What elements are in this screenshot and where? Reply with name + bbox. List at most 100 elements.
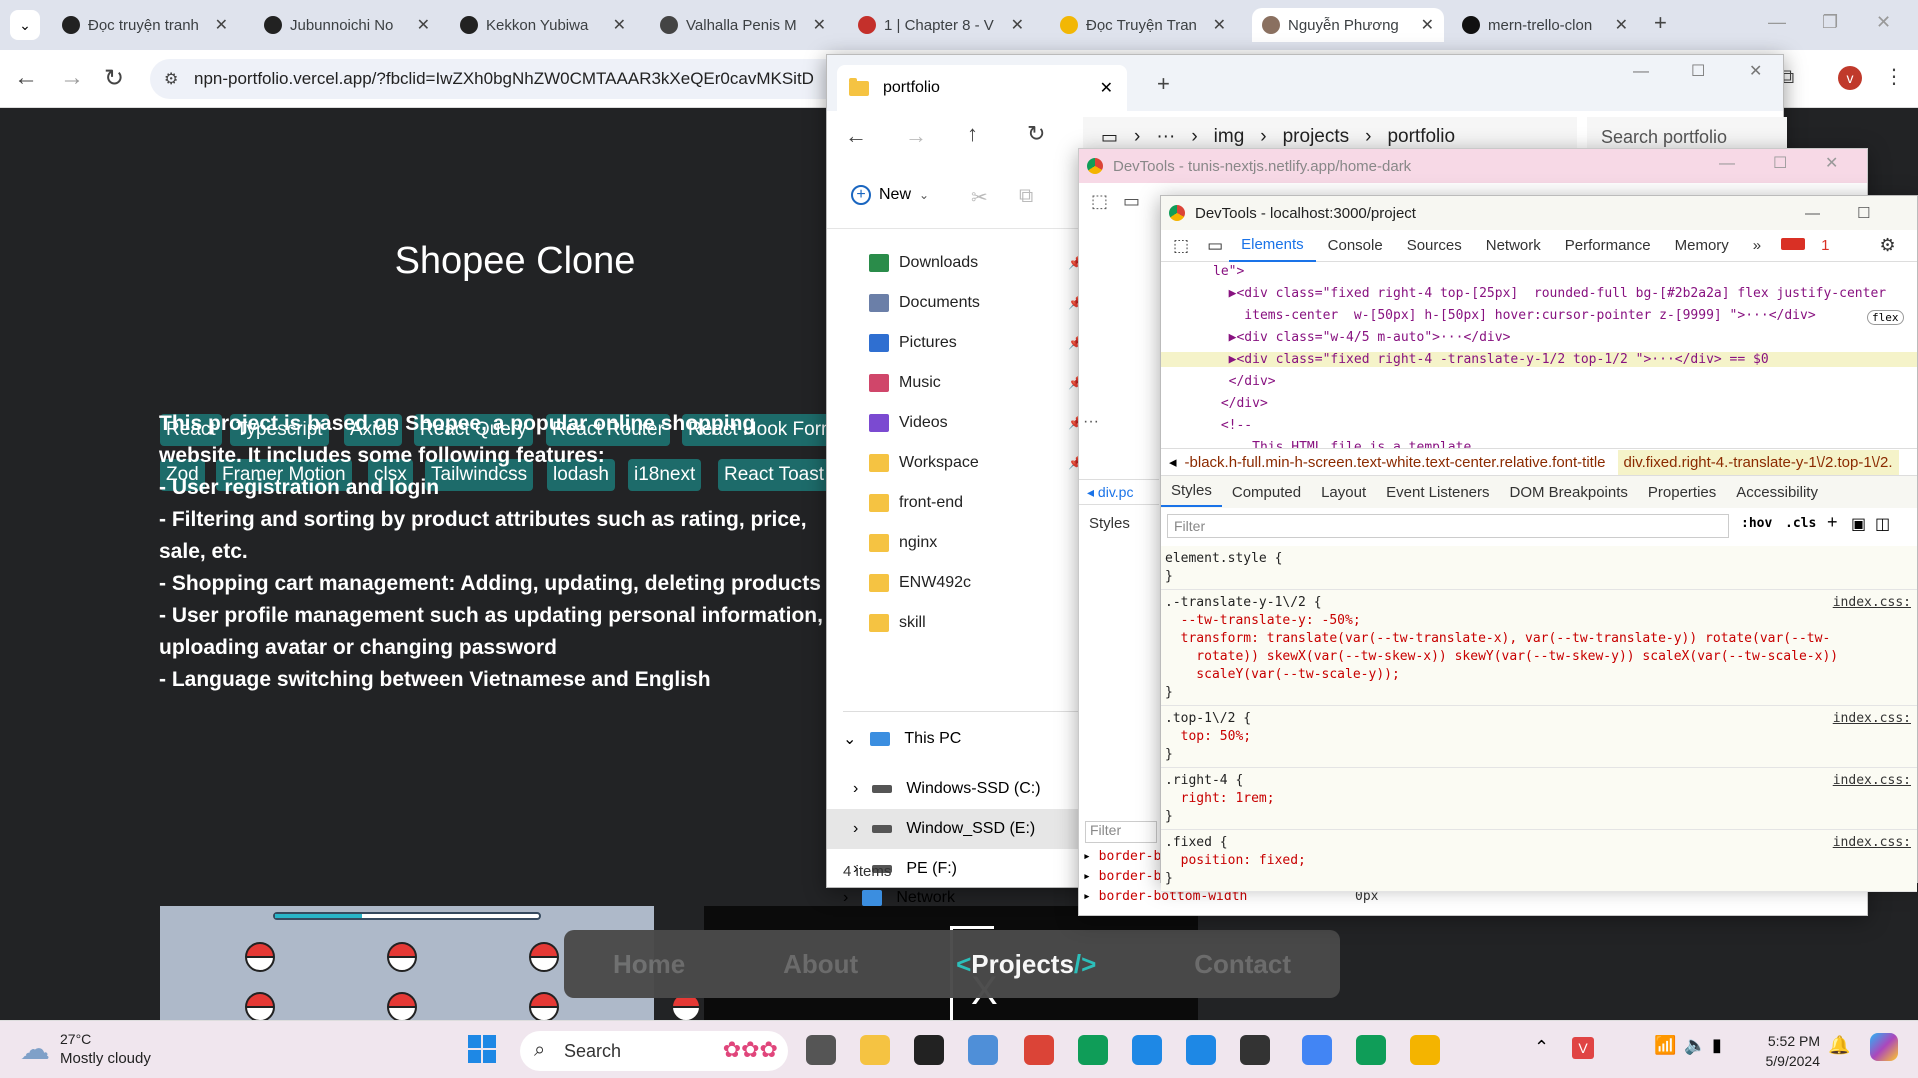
inspect-icon[interactable]: ⬚ xyxy=(1161,236,1201,256)
css-declaration[interactable]: top: 50%; xyxy=(1165,728,1913,746)
css-source-link[interactable]: index.css: xyxy=(1833,772,1911,790)
terminal-icon[interactable] xyxy=(914,1035,944,1065)
dom-node[interactable]: </div> xyxy=(1213,396,1268,411)
crumb-more[interactable]: ··· xyxy=(1156,126,1175,148)
drive-item[interactable]: › Windows-SSD (C:) xyxy=(827,769,1085,809)
close-tab-icon[interactable]: ✕ xyxy=(1615,15,1628,35)
copilot-icon[interactable] xyxy=(1870,1033,1898,1061)
dom-node[interactable]: le"> xyxy=(1213,264,1244,279)
browser-tab[interactable]: Valhalla Penis M ✕ xyxy=(650,8,836,42)
styles-filter-input[interactable]: Filter xyxy=(1167,514,1729,538)
close-tab-icon[interactable]: ✕ xyxy=(1100,78,1113,98)
profile-avatar[interactable]: v xyxy=(1838,66,1862,90)
css-rule[interactable]: .fixed { position: fixed;} index.css: xyxy=(1161,830,1917,892)
wifi-icon[interactable]: 📶 xyxy=(1654,1035,1676,1056)
drive-item[interactable]: › Window_SSD (E:) xyxy=(827,809,1085,849)
weather-widget[interactable]: ☁ 27°C Mostly cloudy xyxy=(20,1029,151,1069)
close-tab-icon[interactable]: ✕ xyxy=(1011,15,1024,35)
dt2-minimize[interactable]: — xyxy=(1805,205,1820,222)
dt1-close[interactable]: ✕ xyxy=(1825,153,1838,173)
inspect-icon[interactable]: ⬚ xyxy=(1091,191,1108,212)
nav-about[interactable]: About xyxy=(783,949,858,980)
this-pc-item[interactable]: ⌄ This PC xyxy=(843,729,961,749)
crumb-selected[interactable]: div.fixed.right-4.-translate-y-1\/2.top-… xyxy=(1617,449,1899,475)
css-source-link[interactable]: index.css: xyxy=(1833,594,1911,612)
browser-tab[interactable]: 1 | Chapter 8 - V ✕ xyxy=(848,8,1034,42)
explorer-minimize[interactable]: — xyxy=(1633,63,1649,81)
volume-icon[interactable]: 🔈 xyxy=(1684,1035,1706,1056)
sidebar-item[interactable]: Downloads 📌 xyxy=(869,243,1083,283)
crumb-2[interactable]: portfolio xyxy=(1387,126,1455,148)
css-rule[interactable]: .top-1\/2 { top: 50%;} index.css: xyxy=(1161,706,1917,768)
dt1-styles-tab[interactable]: Styles xyxy=(1089,515,1130,532)
dom-node[interactable]: This HTML file is a template. xyxy=(1213,440,1479,448)
devtools-tab[interactable]: Performance xyxy=(1553,237,1663,254)
file-explorer-icon[interactable] xyxy=(860,1035,890,1065)
browser-tab[interactable]: Kekkon Yubiwa ✕ xyxy=(450,8,636,42)
notification-bell-icon[interactable]: 🔔 xyxy=(1828,1035,1850,1056)
device-icon[interactable]: ▭ xyxy=(1201,236,1229,256)
sidebar-item[interactable]: front-end xyxy=(869,483,1079,523)
battery-icon[interactable]: ▮ xyxy=(1712,1035,1722,1056)
browser-tab[interactable]: Jubunnoichi No ✕ xyxy=(254,8,440,42)
close-window-button[interactable]: ✕ xyxy=(1876,12,1891,33)
chrome-icon[interactable] xyxy=(1410,1035,1440,1065)
back-icon[interactable]: ← xyxy=(845,123,867,149)
css-source-link[interactable]: index.css: xyxy=(1833,710,1911,728)
browser-tab[interactable]: Nguyễn Phương ✕ xyxy=(1252,8,1444,42)
sidebar-item[interactable]: Workspace 📌 xyxy=(869,443,1083,483)
sidebar-item[interactable]: ENW492c xyxy=(869,563,1079,603)
crumb-1[interactable]: projects xyxy=(1283,126,1350,148)
sidebar-item[interactable]: Videos 📌 xyxy=(869,403,1083,443)
refresh-icon[interactable]: ↻ xyxy=(1027,121,1045,147)
sidebar-toggle-icon[interactable]: ◫ xyxy=(1875,514,1890,534)
app-icon[interactable] xyxy=(1240,1035,1270,1065)
device-icon[interactable]: ▭ xyxy=(1123,191,1140,212)
cls-toggle[interactable]: .cls xyxy=(1785,516,1816,531)
styles-sub-tab[interactable]: Styles xyxy=(1161,477,1222,507)
sidebar-item[interactable]: skill xyxy=(869,603,1079,643)
styles-sub-tab[interactable]: Computed xyxy=(1222,484,1311,501)
devtools-tab[interactable]: Elements xyxy=(1229,230,1316,262)
css-source-link[interactable]: index.css: xyxy=(1833,834,1911,852)
add-rule-icon[interactable]: + xyxy=(1827,512,1838,533)
devtools-tab[interactable]: Network xyxy=(1474,237,1553,254)
nav-projects[interactable]: <Projects/> xyxy=(956,949,1096,980)
back-icon[interactable]: ← xyxy=(14,64,38,92)
css-declaration[interactable]: scaleY(var(--tw-scale-y)); xyxy=(1165,666,1913,684)
styles-sub-tab[interactable]: Properties xyxy=(1638,484,1726,501)
styles-sub-tab[interactable]: Accessibility xyxy=(1726,484,1828,501)
close-tab-icon[interactable]: ✕ xyxy=(813,15,826,35)
explorer-new-tab-button[interactable]: + xyxy=(1157,71,1170,97)
dt1-more-icon[interactable]: ··· xyxy=(1083,413,1099,431)
css-declaration[interactable]: --tw-translate-y: -50%; xyxy=(1165,612,1913,630)
browser-tab[interactable]: Đọc Truyện Tran ✕ xyxy=(1050,8,1236,42)
site-info-icon[interactable]: ⚙ xyxy=(164,69,178,89)
dt1-maximize[interactable]: ☐ xyxy=(1773,153,1787,173)
crumb-0[interactable]: img xyxy=(1214,126,1245,148)
maximize-button[interactable]: ❐ xyxy=(1822,12,1838,33)
styles-sub-tab[interactable]: DOM Breakpoints xyxy=(1500,484,1638,501)
chrome-icon[interactable] xyxy=(1356,1035,1386,1065)
hov-toggle[interactable]: :hov xyxy=(1741,516,1772,531)
nav-contact[interactable]: Contact xyxy=(1194,949,1291,980)
vivaldi-tray-icon[interactable]: V xyxy=(1572,1037,1594,1059)
explorer-close[interactable]: ✕ xyxy=(1749,61,1762,81)
crumb-scroll-left[interactable]: ◂ xyxy=(1161,453,1185,471)
dom-node[interactable]: items-center w-[50px] h-[50px] hover:cur… xyxy=(1213,308,1815,323)
dom-node[interactable]: </div> xyxy=(1213,374,1276,389)
explorer-tab[interactable]: portfolio ✕ xyxy=(837,65,1127,111)
dt1-filter[interactable]: Filter xyxy=(1085,821,1157,843)
vscode-icon[interactable] xyxy=(1132,1035,1162,1065)
sidebar-item[interactable]: nginx xyxy=(869,523,1079,563)
close-tab-icon[interactable]: ✕ xyxy=(613,15,626,35)
chrome-icon[interactable] xyxy=(1024,1035,1054,1065)
dom-node[interactable]: <!-- xyxy=(1213,418,1252,433)
sidebar-item[interactable]: Music 📌 xyxy=(869,363,1083,403)
browser-tab[interactable]: mern-trello-clon ✕ xyxy=(1452,8,1638,42)
close-tab-icon[interactable]: ✕ xyxy=(1213,15,1226,35)
flex-badge[interactable]: flex xyxy=(1867,310,1904,325)
close-tab-icon[interactable]: ✕ xyxy=(215,15,228,35)
explorer-maximize[interactable]: ☐ xyxy=(1691,61,1705,81)
color-icon[interactable]: ▣ xyxy=(1851,514,1866,534)
